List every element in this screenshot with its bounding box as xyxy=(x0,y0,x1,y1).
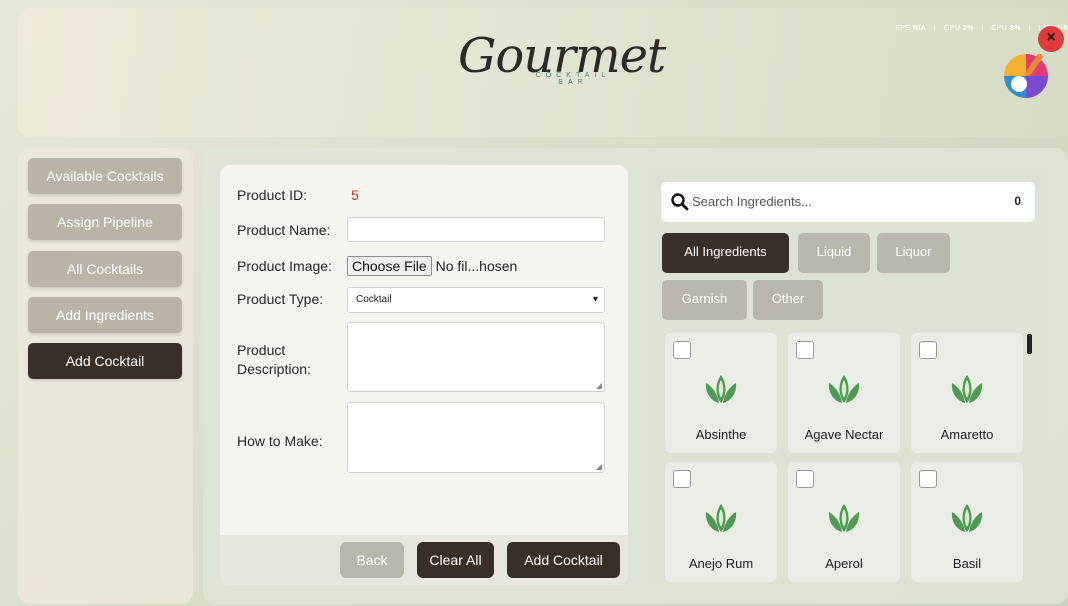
sidebar-item-add-ingredients[interactable]: Add Ingredients xyxy=(28,297,182,333)
ingredient-checkbox[interactable] xyxy=(796,470,814,488)
ingredient-card-amaretto[interactable]: Amaretto xyxy=(911,333,1023,453)
leaf-icon xyxy=(828,504,860,532)
how-to-make-textarea[interactable]: ◢ xyxy=(347,402,605,473)
chevron-down-icon: ▾ xyxy=(592,294,598,305)
ingredient-checkbox[interactable] xyxy=(796,341,814,359)
ingredient-name: Basil xyxy=(952,556,982,571)
sidebar-item-all-cocktails[interactable]: All Cocktails xyxy=(28,251,182,287)
sidebar-item-assign-pipeline[interactable]: Assign Pipeline xyxy=(28,204,182,240)
brand-logo: Gourmet COCKTAIL BAR xyxy=(458,26,666,116)
filter-all-ingredients[interactable]: All Ingredients xyxy=(662,233,789,273)
filter-liquid[interactable]: Liquid xyxy=(798,233,870,273)
ingredient-card-basil[interactable]: Basil xyxy=(911,462,1023,582)
ingredient-name: Amaretto xyxy=(940,427,994,442)
ingredient-name: Absinthe xyxy=(695,427,747,442)
app-background: Gourmet COCKTAIL BAR FPS N/A | GPU 2% | … xyxy=(0,0,1068,606)
product-description-textarea[interactable]: ◢ xyxy=(347,322,605,392)
how-to-make-label: How to Make: xyxy=(237,433,323,449)
ingredient-name: Aperol xyxy=(825,556,863,571)
filter-other[interactable]: Other xyxy=(753,280,823,320)
leaf-icon xyxy=(951,504,983,532)
product-image-label: Product Image: xyxy=(237,258,332,274)
form-footer: Back Clear All Add Cocktail xyxy=(220,535,628,585)
header-bar: Gourmet COCKTAIL BAR FPS N/A | GPU 2% | … xyxy=(18,8,1068,137)
cpu-value: 8% xyxy=(1009,25,1022,32)
product-description-label-line2: Description: xyxy=(237,361,311,377)
resize-handle-icon[interactable]: ◢ xyxy=(596,381,602,390)
add-cocktail-submit-button[interactable]: Add Cocktail xyxy=(507,542,620,578)
filter-liquor[interactable]: Liquor xyxy=(877,233,950,273)
palette-icon[interactable] xyxy=(1001,46,1051,100)
product-description-label-line1: Product xyxy=(237,342,286,358)
leaf-icon xyxy=(828,375,860,403)
ingredient-card-agave-nectar[interactable]: Agave Nectar xyxy=(788,333,900,453)
product-type-label: Product Type: xyxy=(237,291,324,307)
leaf-icon xyxy=(951,375,983,403)
product-type-select[interactable]: Cocktail ▾ xyxy=(347,287,605,313)
clear-all-button[interactable]: Clear All xyxy=(417,542,494,578)
gpu-label: GPU xyxy=(943,25,961,32)
selected-count: 0 xyxy=(1014,194,1021,208)
product-name-input[interactable] xyxy=(347,217,605,242)
add-cocktail-form: Product ID: 5 Product Name: Product Imag… xyxy=(220,165,628,585)
cpu-label: CPU xyxy=(991,25,1008,32)
file-status-text: No fil...hosen xyxy=(435,258,518,274)
fps-label: FPS xyxy=(895,25,911,32)
search-placeholder: Search Ingredients... xyxy=(692,194,812,209)
product-image-file-input[interactable]: Choose File No fil...hosen xyxy=(347,256,517,276)
back-button[interactable]: Back xyxy=(340,542,404,578)
filter-garnish[interactable]: Garnish xyxy=(662,280,747,320)
product-type-selected: Cocktail xyxy=(356,294,392,305)
product-id-value: 5 xyxy=(351,187,359,203)
ingredient-card-absinthe[interactable]: Absinthe xyxy=(665,333,777,453)
leaf-icon xyxy=(705,375,737,403)
resize-handle-icon[interactable]: ◢ xyxy=(596,462,602,471)
sidebar-item-add-cocktail[interactable]: Add Cocktail xyxy=(28,343,182,379)
product-name-label: Product Name: xyxy=(237,222,331,238)
leaf-icon xyxy=(705,504,737,532)
ingredient-search[interactable]: Search Ingredients... 0 xyxy=(661,182,1035,222)
sidebar-item-available-cocktails[interactable]: Available Cocktails xyxy=(28,158,182,194)
fps-value: N/A xyxy=(912,25,927,32)
ingredient-card-aperol[interactable]: Aperol xyxy=(788,462,900,582)
ingredient-checkbox[interactable] xyxy=(919,341,937,359)
search-icon xyxy=(671,193,689,211)
ingredient-name: Agave Nectar xyxy=(804,427,884,442)
ingredient-checkbox[interactable] xyxy=(673,470,691,488)
ingredient-checkbox[interactable] xyxy=(919,470,937,488)
ingredient-card-anejo-rum[interactable]: Anejo Rum xyxy=(665,462,777,582)
close-button[interactable]: × xyxy=(1038,26,1064,52)
ingredient-checkbox[interactable] xyxy=(673,341,691,359)
ingredient-scrollbar[interactable] xyxy=(1027,334,1032,354)
product-id-label: Product ID: xyxy=(237,187,308,203)
gpu-value: 2% xyxy=(962,25,974,32)
choose-file-button[interactable]: Choose File xyxy=(347,256,432,276)
ingredient-name: Anejo Rum xyxy=(688,556,754,571)
